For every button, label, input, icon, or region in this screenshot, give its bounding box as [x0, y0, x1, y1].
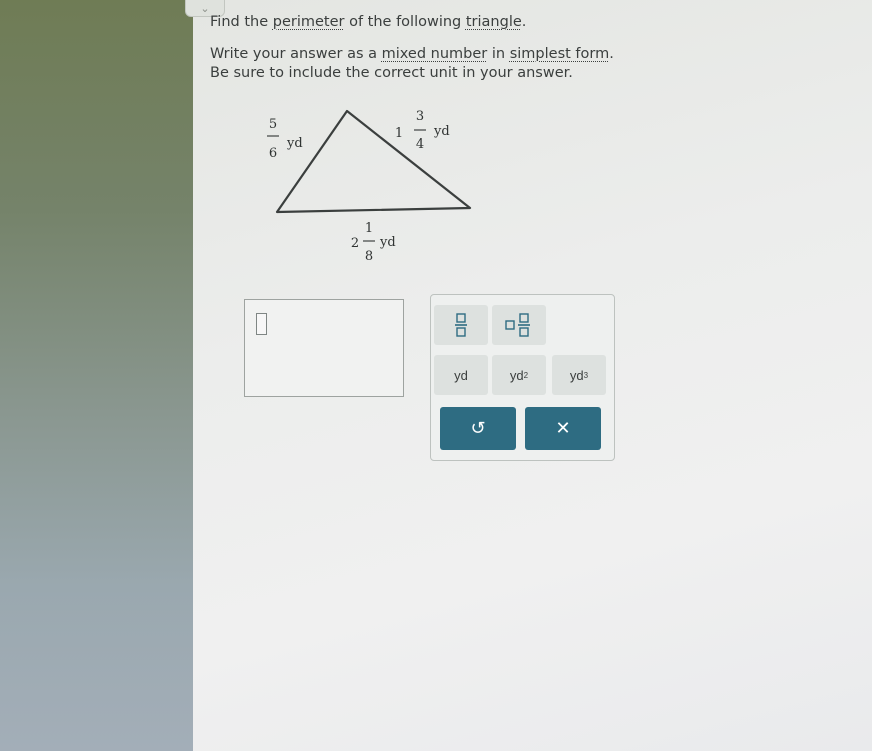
unit-yd2-exponent: 2	[523, 370, 529, 380]
question-text: Find the	[210, 14, 273, 30]
right-unit: yd	[433, 124, 450, 139]
unit-yd3-button[interactable]: yd 3	[552, 355, 606, 395]
undo-button[interactable]: ↺	[440, 407, 516, 450]
simplest-form-link[interactable]: simplest form	[510, 46, 610, 62]
mixed-number-icon	[505, 313, 530, 337]
unit-yd2-button[interactable]: yd 2	[492, 355, 546, 395]
question-line-2: Write your answer as a mixed number in s…	[210, 46, 614, 62]
bottom-numerator: 1	[365, 221, 373, 236]
triangle-link[interactable]: triangle	[466, 14, 522, 30]
question-line-3: Be sure to include the correct unit in y…	[210, 65, 573, 81]
undo-icon: ↺	[470, 418, 486, 439]
chevron-down-icon: ⌄	[200, 1, 210, 15]
right-whole: 1	[395, 126, 403, 141]
question-text: Write your answer as a	[210, 46, 382, 62]
bottom-side-label: 2 1 8 yd	[351, 221, 396, 264]
question-line-1: Find the perimeter of the following tria…	[210, 14, 526, 30]
unit-yd-label: yd	[454, 367, 468, 383]
fraction-button[interactable]	[434, 305, 488, 345]
input-placeholder-box[interactable]	[256, 313, 267, 335]
unit-yd-button[interactable]: yd	[434, 355, 488, 395]
mixed-number-button[interactable]	[492, 305, 546, 345]
unit-yd3-label: yd	[569, 367, 584, 383]
left-unit: yd	[286, 136, 303, 151]
left-side-label: 5 6 yd	[267, 117, 303, 161]
unit-yd3-exponent: 3	[583, 370, 589, 380]
close-icon: ✕	[555, 418, 571, 439]
right-numerator: 3	[416, 109, 424, 124]
left-numerator: 5	[269, 117, 277, 132]
bottom-denominator: 8	[365, 249, 373, 264]
answer-input[interactable]	[244, 299, 404, 397]
left-background-panel	[0, 0, 193, 751]
question-text: in	[487, 46, 510, 62]
math-keypad: yd yd 2 yd 3 ↺ ✕	[430, 294, 615, 461]
mixed-number-link[interactable]: mixed number	[382, 46, 488, 62]
bottom-whole: 2	[351, 236, 359, 251]
bottom-unit: yd	[379, 235, 396, 250]
unit-yd2-label: yd	[509, 367, 524, 383]
perimeter-link[interactable]: perimeter	[273, 14, 345, 30]
fraction-icon	[455, 313, 467, 337]
question-text: of the following	[344, 14, 466, 30]
triangle-figure: 5 6 yd 1 3 4 yd 2 1 8 yd	[267, 109, 472, 264]
left-denominator: 6	[269, 146, 277, 161]
right-denominator: 4	[416, 137, 424, 152]
question-text: .	[609, 46, 614, 62]
clear-button[interactable]: ✕	[525, 407, 601, 450]
right-side-label: 1 3 4 yd	[395, 109, 450, 152]
question-text: .	[521, 14, 527, 30]
